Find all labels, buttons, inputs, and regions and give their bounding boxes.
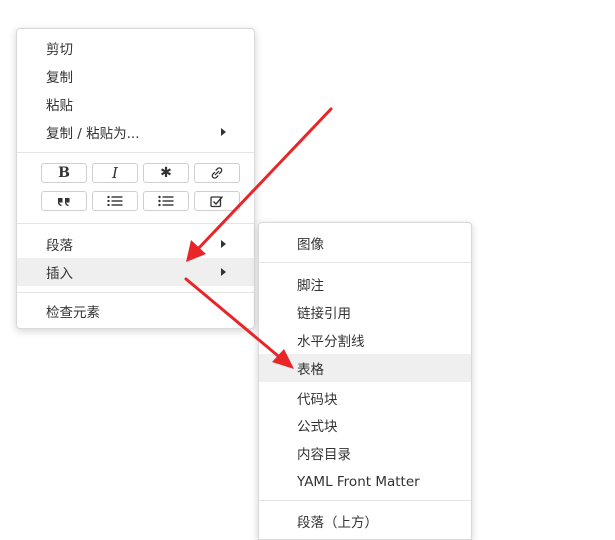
menu-separator: [17, 152, 254, 153]
submenu-item-footnote[interactable]: 脚注: [259, 270, 471, 298]
menu-item-label: 复制: [46, 70, 73, 86]
insert-submenu: 图像 脚注 链接引用 水平分割线 表格 代码块 公式块 内容目录 YAML Fr…: [258, 222, 472, 540]
menu-item-label: 检查元素: [46, 305, 100, 321]
bold-icon: B: [58, 165, 70, 181]
ordered-list-icon: [107, 196, 123, 206]
quote-button[interactable]: [41, 191, 87, 211]
menu-item-label: 剪切: [46, 42, 73, 58]
menu-separator: [17, 223, 254, 224]
link-icon: [211, 167, 223, 179]
code-button[interactable]: ✱: [143, 163, 189, 183]
bold-button[interactable]: B: [41, 163, 87, 183]
context-menu: 剪切 复制 粘贴 复制 / 粘贴为... B I ✱ 段落 插入 检查元素: [16, 28, 255, 329]
menu-item-label: 内容目录: [297, 447, 351, 463]
menu-item-label: 插入: [46, 266, 73, 282]
menu-item-copy-paste-as[interactable]: 复制 / 粘贴为...: [17, 118, 254, 146]
menu-item-label: 脚注: [297, 278, 324, 294]
menu-item-paragraph[interactable]: 段落: [17, 230, 254, 258]
menu-item-insert[interactable]: 插入: [17, 258, 254, 286]
menu-separator: [259, 500, 471, 501]
task-list-icon: [210, 195, 224, 207]
chevron-right-icon: [221, 128, 226, 136]
submenu-item-table-of-contents[interactable]: 内容目录: [259, 439, 471, 467]
menu-item-copy[interactable]: 复制: [17, 62, 254, 90]
link-button[interactable]: [194, 163, 240, 183]
menu-item-label: 代码块: [297, 392, 338, 408]
menu-item-label: 段落: [46, 238, 73, 254]
task-list-button[interactable]: [194, 191, 240, 211]
menu-item-label: 公式块: [297, 419, 338, 435]
menu-item-inspect-element[interactable]: 检查元素: [17, 297, 254, 325]
submenu-item-image[interactable]: 图像: [259, 229, 471, 257]
quote-icon: [57, 198, 70, 207]
submenu-item-yaml-front-matter[interactable]: YAML Front Matter: [259, 468, 471, 496]
unordered-list-icon: [158, 195, 174, 207]
menu-separator: [259, 262, 471, 263]
chevron-right-icon: [221, 268, 226, 276]
menu-item-cut[interactable]: 剪切: [17, 34, 254, 62]
asterisk-icon: ✱: [160, 165, 172, 181]
submenu-item-code-block[interactable]: 代码块: [259, 384, 471, 412]
submenu-item-table[interactable]: 表格: [259, 354, 471, 382]
menu-item-label: 复制 / 粘贴为...: [46, 126, 140, 142]
menu-item-label: 段落（上方）: [297, 515, 378, 531]
menu-item-label: YAML Front Matter: [297, 474, 420, 490]
submenu-item-paragraph-above[interactable]: 段落（上方）: [259, 507, 471, 535]
menu-item-label: 表格: [297, 362, 324, 378]
submenu-item-math-block[interactable]: 公式块: [259, 411, 471, 439]
submenu-item-link-reference[interactable]: 链接引用: [259, 298, 471, 326]
italic-button[interactable]: I: [92, 163, 138, 183]
menu-item-label: 链接引用: [297, 306, 351, 322]
menu-item-paste[interactable]: 粘贴: [17, 90, 254, 118]
menu-item-label: 粘贴: [46, 98, 73, 114]
chevron-right-icon: [221, 240, 226, 248]
unordered-list-button[interactable]: [143, 191, 189, 211]
italic-icon: I: [112, 163, 118, 182]
ordered-list-button[interactable]: [92, 191, 138, 211]
submenu-item-horizontal-rule[interactable]: 水平分割线: [259, 326, 471, 354]
menu-item-label: 水平分割线: [297, 334, 365, 350]
menu-separator: [17, 292, 254, 293]
menu-item-label: 图像: [297, 237, 324, 253]
